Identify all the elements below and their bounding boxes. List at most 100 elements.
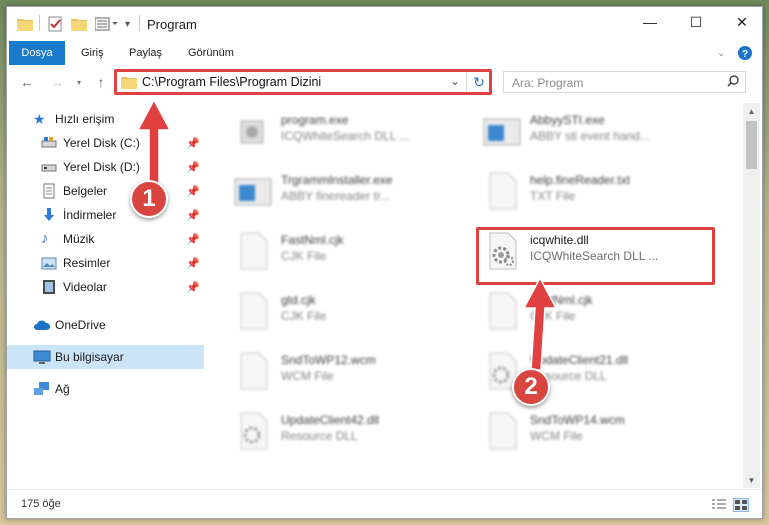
file-name: FastNml.cjk [281,233,344,247]
back-arrow-icon[interactable]: ← [17,73,37,91]
exe-file-icon [240,120,264,144]
sidebar-item-label: Yerel Disk (D:) [63,160,140,174]
window-title: Program [147,17,197,32]
help-icon[interactable]: ? [738,41,752,65]
sidebar-item-documents[interactable]: Belgeler 📌 [7,179,204,203]
large-icons-view-icon[interactable] [733,498,749,512]
file-item[interactable]: SndToWP12.wcm WCM File [233,347,473,397]
sidebar-item-label: İndirmeler [63,208,117,222]
file-item[interactable]: SndToWP14.wcm WCM File [482,407,722,457]
title-bar: ▾ Program — ☐ ✕ [7,7,762,39]
file-explorer-window: ▾ Program — ☐ ✕ Dosya Giriş Paylaş Görün… [6,6,763,519]
file-description: ABBY sti event hand... [530,129,650,143]
annotation-arrow-2 [522,276,558,371]
close-button[interactable]: ✕ [719,7,765,37]
scroll-up-icon[interactable]: ▲ [743,103,760,119]
pin-icon[interactable]: 📌 [186,137,200,150]
sidebar-item-onedrive[interactable]: OneDrive [7,313,204,337]
music-icon: ♪ [41,230,49,247]
tab-home[interactable]: Giriş [81,41,104,65]
properties-icon[interactable] [47,15,63,33]
file-description: WCM File [530,429,583,443]
file-highlight-box [476,227,715,285]
status-bar: 175 öğe [7,489,762,518]
file-description: ABBY finereader tr... [281,189,391,203]
document-file-icon [489,292,517,330]
tab-file[interactable]: Dosya [9,41,65,65]
sidebar-item-label: OneDrive [55,318,106,332]
file-description: CJK File [281,249,327,263]
pin-icon[interactable]: 📌 [186,281,200,294]
pin-icon[interactable]: 📌 [186,257,200,270]
vertical-scrollbar[interactable]: ▲ ▼ [743,103,760,488]
pin-icon[interactable]: 📌 [186,209,200,222]
file-name: Trgrammlnstaller.exe [281,173,393,187]
file-name: AbbyySTI.exe [530,113,605,127]
pin-icon[interactable]: 📌 [186,185,200,198]
document-file-icon [240,292,268,330]
document-file-icon [240,352,268,390]
new-folder-icon[interactable] [71,15,87,33]
documents-icon [41,183,57,199]
file-item[interactable]: gtd.cjk CJK File [233,287,473,337]
maximize-button[interactable]: ☐ [673,7,719,37]
recent-locations-icon[interactable]: ▾ [69,73,89,91]
tab-view[interactable]: Görünüm [188,41,234,65]
pin-icon[interactable]: 📌 [186,233,200,246]
file-item[interactable]: FastNml.cjk CJK File [233,227,473,277]
step-badge-2: 2 [512,368,550,406]
sidebar-item-label: Ağ [55,382,70,396]
file-item[interactable]: help.fineReader.txt TXT File [482,167,722,217]
quick-access-dropdown-icon[interactable]: ▾ [125,15,130,33]
step-badge-1: 1 [130,180,168,218]
tab-share[interactable]: Paylaş [129,41,162,65]
file-name: SndToWP12.wcm [281,353,376,367]
file-description: WCM File [281,369,334,383]
computer-icon [33,349,51,365]
file-item[interactable]: AbbyySTI.exe ABBY sti event hand... [482,107,722,157]
sidebar-item-network[interactable]: Ağ [7,377,204,401]
exe-window-icon [483,118,521,146]
sidebar-item-label: Müzik [63,232,95,246]
exe-window-icon [234,178,272,206]
scroll-thumb[interactable] [746,121,757,169]
scroll-down-icon[interactable]: ▼ [743,472,760,488]
drive-icon [41,135,57,151]
file-name: help.fineReader.txt [530,173,631,187]
sidebar-item-this-pc[interactable]: Bu bilgisayar [7,345,204,369]
file-description: ICQWhiteSearch DLL ... [281,129,410,143]
file-name: UpdateClient42.dll [281,413,380,427]
customize-toolbar-icon[interactable] [95,15,121,33]
file-description: Resource DLL [281,429,358,443]
details-view-icon[interactable] [711,498,727,512]
sidebar-item-label: Hızlı erişim [55,112,115,126]
text-file-icon [489,172,517,210]
sidebar-item-downloads[interactable]: İndirmeler 📌 [7,203,204,227]
navigation-pane: ★ Hızlı erişim Yerel Disk (C:) 📌 Yerel D… [7,103,204,481]
pin-icon[interactable]: 📌 [186,161,200,174]
search-icon [727,75,739,90]
videos-icon [41,279,57,295]
star-icon: ★ [33,111,46,127]
sidebar-item-music[interactable]: ♪ Müzik 📌 [7,227,204,251]
navigation-bar: ← → ▾ ↑ C:\Program Files\Program Dizini … [7,67,762,97]
expand-ribbon-icon[interactable]: ⌄ [717,41,725,65]
sidebar-item-quick-access[interactable]: ★ Hızlı erişim [7,107,204,131]
file-name: gtd.cjk [281,293,316,307]
ribbon-tabs: Dosya Giriş Paylaş Görünüm ⌄ ? [7,39,762,65]
sidebar-item-local-disk-c[interactable]: Yerel Disk (C:) 📌 [7,131,204,155]
sidebar-item-pictures[interactable]: Resimler 📌 [7,251,204,275]
minimize-button[interactable]: — [627,7,673,37]
file-item[interactable]: program.exe ICQWhiteSearch DLL ... [233,107,473,157]
up-arrow-icon[interactable]: ↑ [91,73,111,91]
forward-arrow-icon[interactable]: → [47,73,67,91]
sidebar-item-local-disk-d[interactable]: Yerel Disk (D:) 📌 [7,155,204,179]
file-item[interactable]: Trgrammlnstaller.exe ABBY finereader tr.… [233,167,473,217]
svg-text:?: ? [742,49,748,60]
document-file-icon [489,412,517,450]
sidebar-item-videos[interactable]: Videolar 📌 [7,275,204,299]
sidebar-item-label: Videolar [63,280,107,294]
dll-gear-icon [240,412,268,450]
file-item[interactable]: UpdateClient42.dll Resource DLL [233,407,473,457]
search-input[interactable]: Ara: Program [503,71,746,93]
